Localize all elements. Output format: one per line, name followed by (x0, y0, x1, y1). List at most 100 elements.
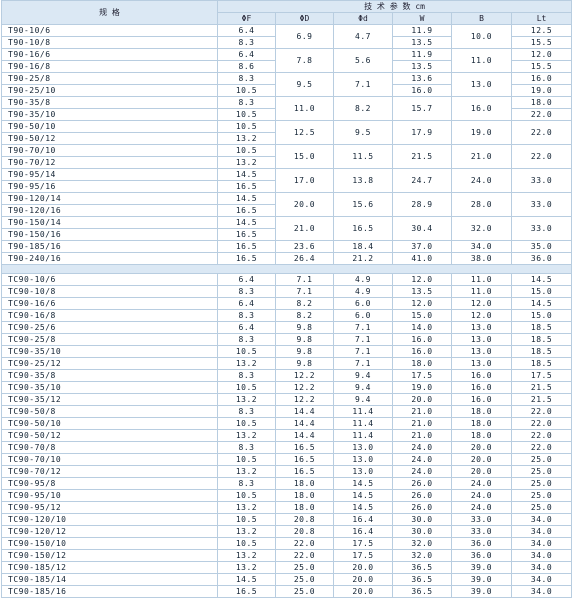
table-row: T90-95/14 14.5 17.0 13.8 24.7 24.0 33.0 (1, 168, 573, 193)
cell-phid: 15.6 (333, 192, 393, 217)
cell-phid: 11.4 (333, 429, 393, 442)
col-header-B: B (451, 12, 512, 25)
cell-spec: T90-120/16 (1, 204, 218, 217)
cell-W: 21.0 (392, 417, 452, 430)
cell-phid: 18.4 (333, 240, 393, 253)
cell-Lt: 34.0 (510, 513, 573, 526)
cell-phid: 6.0 (333, 309, 393, 322)
table-row: T90-70/10 10.5 15.0 11.5 21.5 21.0 22.0 (1, 144, 573, 169)
table-row: TC90-120/12 13.2 20.8 16.4 30.0 33.0 34.0 (1, 525, 573, 538)
cell-phiF: 10.5 (217, 513, 276, 526)
cell-spec: TC90-150/12 (1, 549, 218, 562)
cell-B: 36.0 (451, 537, 512, 550)
cell-phid: 5.6 (333, 48, 393, 73)
cell-B: 36.0 (451, 549, 512, 562)
cell-phiF: 13.2 (217, 132, 276, 145)
cell-Lt: 12.5 (510, 24, 573, 37)
table-row: TC90-25/6 6.4 9.8 7.1 14.0 13.0 18.5 (1, 321, 573, 334)
cell-Lt: 22.0 (510, 144, 573, 169)
cell-W: 28.9 (392, 192, 452, 217)
cell-W: 24.0 (392, 453, 452, 466)
cell-W: 21.5 (392, 144, 452, 169)
cell-B: 33.0 (451, 513, 512, 526)
cell-B: 39.0 (451, 561, 512, 574)
table-row: T90-50/10 10.5 12.5 9.5 17.9 19.0 22.0 (1, 120, 573, 145)
cell-phiF: 8.3 (217, 333, 276, 346)
cell-phiF: 8.3 (217, 96, 276, 109)
cell-spec: T90-16/6 (1, 48, 218, 61)
cell-Lt: 19.0 (510, 84, 573, 97)
cell-W: 24.0 (392, 465, 452, 478)
cell-phid: 13.0 (333, 441, 393, 454)
cell-spec: TC90-25/12 (1, 357, 218, 370)
table-row: TC90-35/10 10.5 12.2 9.4 19.0 16.0 21.5 (1, 381, 573, 394)
cell-phid: 8.2 (333, 96, 393, 121)
cell-phiD: 16.5 (275, 465, 334, 478)
cell-W: 12.0 (392, 273, 452, 286)
col-header-Lt: Lt (510, 12, 573, 25)
cell-Lt: 18.5 (510, 357, 573, 370)
cell-phiF: 16.5 (217, 585, 276, 598)
cell-phid: 4.7 (333, 24, 393, 49)
cell-B: 16.0 (451, 381, 512, 394)
cell-spec: T90-50/10 (1, 120, 218, 133)
cell-spec: T90-95/14 (1, 168, 218, 181)
cell-spec: T90-185/16 (1, 240, 218, 253)
cell-B: 33.0 (451, 525, 512, 538)
cell-phiF: 16.5 (217, 180, 276, 193)
cell-W: 26.0 (392, 489, 452, 502)
cell-spec: TC90-70/10 (1, 453, 218, 466)
cell-phiF: 14.5 (217, 168, 276, 181)
cell-phiF: 8.3 (217, 405, 276, 418)
table-row: TC90-16/6 6.4 8.2 6.0 12.0 12.0 14.5 (1, 297, 573, 310)
cell-Lt: 22.0 (510, 405, 573, 418)
cell-phid: 7.1 (333, 345, 393, 358)
cell-phiD: 9.5 (275, 72, 334, 97)
cell-phiF: 13.2 (217, 429, 276, 442)
table-row: TC90-25/8 8.3 9.8 7.1 16.0 13.0 18.5 (1, 333, 573, 346)
cell-phid: 11.4 (333, 405, 393, 418)
cell-Lt: 12.0 (510, 48, 573, 61)
cell-phiD: 25.0 (275, 585, 334, 598)
cell-spec: TC90-35/8 (1, 369, 218, 382)
cell-B: 24.0 (451, 489, 512, 502)
cell-phid: 14.5 (333, 501, 393, 514)
cell-W: 11.9 (392, 24, 452, 37)
cell-phiD: 25.0 (275, 561, 334, 574)
cell-spec: TC90-16/8 (1, 309, 218, 322)
table-row: TC90-50/12 13.2 14.4 11.4 21.0 18.0 22.0 (1, 429, 573, 442)
cell-phiF: 6.4 (217, 273, 276, 286)
cell-W: 30.0 (392, 513, 452, 526)
cell-spec: TC90-35/10 (1, 381, 218, 394)
cell-B: 24.0 (451, 477, 512, 490)
cell-phiD: 22.0 (275, 537, 334, 550)
col-header-phid: Φd (333, 12, 393, 25)
spec-table: 规 格 技 术 参 数 cm ΦF ΦD Φd W B Lt T90-10/6 6… (0, 0, 573, 598)
table-row: TC90-10/8 8.3 7.1 4.9 13.5 11.0 15.0 (1, 285, 573, 298)
cell-W: 18.0 (392, 357, 452, 370)
cell-W: 17.5 (392, 369, 452, 382)
cell-phiF: 6.4 (217, 24, 276, 37)
cell-phiF: 10.5 (217, 417, 276, 430)
cell-phiD: 14.4 (275, 405, 334, 418)
cell-B: 16.0 (451, 369, 512, 382)
cell-B: 20.0 (451, 453, 512, 466)
cell-W: 17.9 (392, 120, 452, 145)
cell-W: 13.5 (392, 285, 452, 298)
cell-W: 16.0 (392, 84, 452, 97)
cell-Lt: 22.0 (510, 429, 573, 442)
cell-phiF: 13.2 (217, 549, 276, 562)
cell-Lt: 22.0 (510, 417, 573, 430)
cell-phiF: 13.2 (217, 465, 276, 478)
cell-Lt: 18.0 (510, 96, 573, 109)
cell-spec: T90-25/8 (1, 72, 218, 85)
cell-Lt: 14.5 (510, 273, 573, 286)
section-divider (0, 264, 573, 274)
cell-phiF: 6.4 (217, 321, 276, 334)
cell-Lt: 25.0 (510, 501, 573, 514)
cell-phiD: 16.5 (275, 441, 334, 454)
cell-Lt: 34.0 (510, 573, 573, 586)
table-row: T90-185/16 16.5 23.6 18.4 37.0 34.0 35.0 (1, 240, 573, 253)
cell-W: 19.0 (392, 381, 452, 394)
table-row: TC90-95/10 10.5 18.0 14.5 26.0 24.0 25.0 (1, 489, 573, 502)
